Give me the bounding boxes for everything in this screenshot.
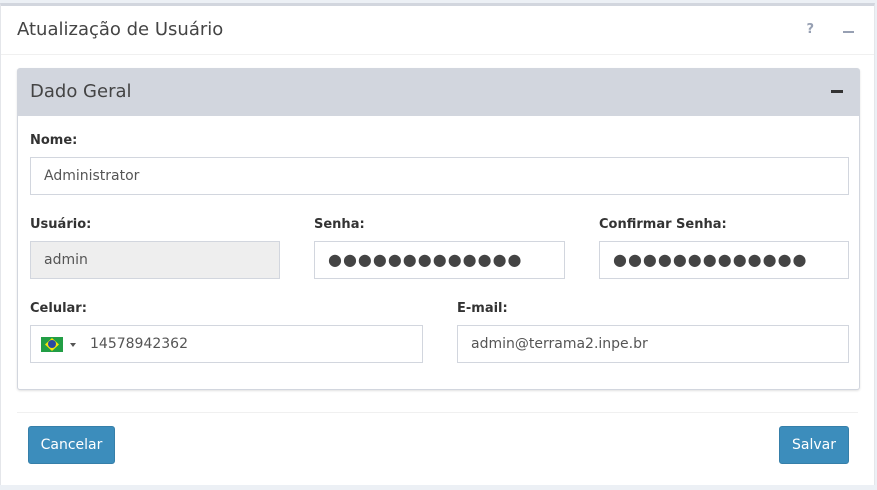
- user-update-panel: Atualização de Usuário ? Dado Geral Nome…: [0, 3, 875, 485]
- flag-circle: [48, 340, 56, 348]
- footer-divider: [17, 412, 858, 413]
- name-label: Nome:: [30, 133, 78, 148]
- username-input: admin: [30, 241, 280, 279]
- password-input[interactable]: ●●●●●●●●●●●●●: [314, 241, 565, 279]
- section-title: Dado Geral: [30, 81, 132, 102]
- collapse-section-icon[interactable]: [831, 90, 843, 93]
- general-data-section: Dado Geral Nome: Administrator Usuário: …: [17, 68, 860, 390]
- section-header: Dado Geral: [18, 69, 859, 116]
- phone-number-value: 14578942362: [90, 336, 188, 352]
- email-label: E-mail:: [457, 301, 508, 316]
- chevron-down-icon[interactable]: [70, 343, 76, 347]
- collapse-panel-icon[interactable]: [843, 31, 854, 33]
- page-title: Atualização de Usuário: [17, 19, 224, 40]
- phone-input[interactable]: 14578942362: [30, 325, 423, 363]
- email-input[interactable]: admin@terrama2.inpe.br: [457, 325, 849, 363]
- password-label: Senha:: [314, 217, 365, 232]
- phone-label: Celular:: [30, 301, 87, 316]
- save-button[interactable]: Salvar: [779, 426, 849, 464]
- username-label: Usuário:: [30, 217, 92, 232]
- cancel-button[interactable]: Cancelar: [28, 426, 115, 464]
- brazil-flag-icon[interactable]: [41, 337, 63, 352]
- confirm-password-label: Confirmar Senha:: [599, 217, 727, 232]
- name-input[interactable]: Administrator: [30, 157, 849, 195]
- help-button[interactable]: ?: [806, 22, 814, 37]
- panel-header: Atualização de Usuário ?: [1, 6, 874, 55]
- confirm-password-input[interactable]: ●●●●●●●●●●●●●: [599, 241, 849, 279]
